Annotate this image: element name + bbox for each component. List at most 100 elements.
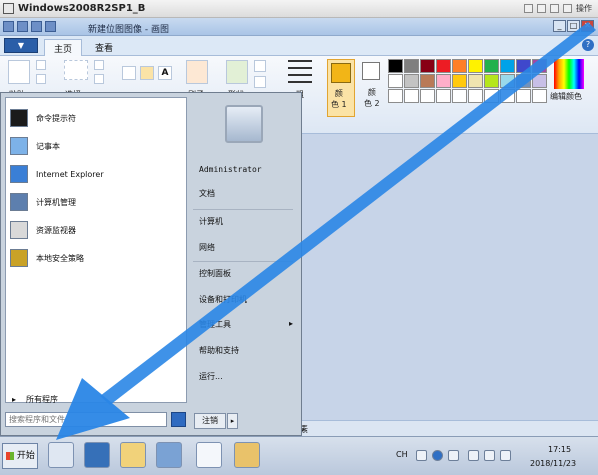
admin-tools-link[interactable]: 管理工具	[199, 319, 231, 330]
search-icon[interactable]	[171, 412, 186, 427]
close-button[interactable]: ✕	[581, 20, 594, 32]
server-manager-icon[interactable]	[48, 442, 74, 468]
palette-color-swatch[interactable]	[436, 89, 451, 103]
palette-color-swatch[interactable]	[452, 59, 467, 73]
documents-link[interactable]: 文档	[199, 188, 215, 199]
explorer-icon[interactable]	[120, 442, 146, 468]
avatar[interactable]	[225, 105, 263, 143]
palette-color-swatch[interactable]	[516, 59, 531, 73]
save-icon[interactable]	[17, 21, 28, 32]
settings-icon[interactable]	[448, 450, 459, 461]
text-tool-icon[interactable]: A	[158, 66, 172, 80]
paint-menu-button[interactable]: ▼	[4, 38, 38, 53]
shapes-icon[interactable]	[226, 60, 248, 84]
palette-color-swatch[interactable]	[404, 59, 419, 73]
palette-color-swatch[interactable]	[500, 74, 515, 88]
crop-icon[interactable]	[94, 60, 104, 70]
vm-tool-icon[interactable]	[550, 4, 559, 13]
palette-color-swatch[interactable]	[468, 89, 483, 103]
palette-color-swatch[interactable]	[420, 59, 435, 73]
brushes-icon[interactable]	[186, 60, 208, 84]
computer-link[interactable]: 计算机	[199, 216, 223, 227]
paste-icon[interactable]	[8, 60, 30, 84]
palette-color-swatch[interactable]	[388, 74, 403, 88]
palette-color-swatch[interactable]	[500, 89, 515, 103]
help-icon[interactable]: ?	[582, 39, 594, 51]
palette-color-swatch[interactable]	[420, 89, 435, 103]
palette-color-swatch[interactable]	[404, 89, 419, 103]
clock-date[interactable]: 2018/11/23	[530, 459, 576, 468]
logoff-button[interactable]: 注销	[194, 413, 226, 429]
palette-color-swatch[interactable]	[516, 89, 531, 103]
user-name[interactable]: Administrator	[199, 165, 262, 174]
palette-color-swatch[interactable]	[388, 89, 403, 103]
clock-time[interactable]: 17:15	[548, 445, 571, 454]
palette-color-swatch[interactable]	[436, 59, 451, 73]
program-item[interactable]: 命令提示符	[10, 106, 184, 130]
shutdown-options-button[interactable]: ▸	[227, 413, 238, 429]
vm-tool-icon[interactable]	[524, 4, 533, 13]
edit-colors-icon[interactable]	[554, 59, 584, 89]
gear-icon[interactable]	[563, 4, 572, 13]
outline-icon[interactable]	[254, 60, 266, 72]
help-icon[interactable]	[432, 450, 443, 461]
maximize-button[interactable]: □	[567, 20, 580, 32]
program-item[interactable]: 资源监视器	[10, 218, 184, 242]
paint-app-icon[interactable]	[3, 21, 14, 32]
paint-taskbar-icon[interactable]	[196, 442, 222, 468]
devices-printers-link[interactable]: 设备和打印机	[199, 294, 247, 305]
copy-icon[interactable]	[36, 74, 46, 84]
pencil-icon[interactable]	[122, 66, 136, 80]
palette-color-swatch[interactable]	[532, 89, 547, 103]
volume-icon[interactable]	[500, 450, 511, 461]
paint-app-taskbar-icon[interactable]	[234, 442, 260, 468]
keyboard-icon[interactable]	[416, 450, 427, 461]
color2-button[interactable]	[362, 62, 380, 80]
redo-icon[interactable]	[45, 21, 56, 32]
flag-icon[interactable]	[468, 450, 479, 461]
palette-color-swatch[interactable]	[532, 74, 547, 88]
help-support-link[interactable]: 帮助和支持	[199, 345, 239, 356]
shape-fill-icon[interactable]	[254, 76, 266, 88]
control-panel-link[interactable]: 控制面板	[199, 268, 231, 279]
edit-colors-label[interactable]: 编辑颜色	[550, 91, 582, 102]
palette-color-swatch[interactable]	[484, 74, 499, 88]
program-item[interactable]: 记事本	[10, 134, 184, 158]
network-icon[interactable]	[484, 450, 495, 461]
cut-icon[interactable]	[36, 60, 46, 70]
minimize-button[interactable]: _	[553, 20, 566, 32]
program-item[interactable]: 本地安全策略	[10, 246, 184, 270]
resize-icon[interactable]	[94, 74, 104, 84]
palette-color-swatch[interactable]	[468, 74, 483, 88]
palette-color-swatch[interactable]	[516, 74, 531, 88]
palette-color-swatch[interactable]	[404, 74, 419, 88]
powershell-icon[interactable]	[84, 442, 110, 468]
run-link[interactable]: 运行...	[199, 371, 223, 382]
palette-color-swatch[interactable]	[468, 59, 483, 73]
select-icon[interactable]	[64, 60, 88, 80]
palette-color-swatch[interactable]	[452, 89, 467, 103]
palette-color-swatch[interactable]	[436, 74, 451, 88]
palette-color-swatch[interactable]	[484, 59, 499, 73]
palette-color-swatch[interactable]	[420, 74, 435, 88]
vm-tool-icon[interactable]	[537, 4, 546, 13]
palette-color-swatch[interactable]	[452, 74, 467, 88]
ime-indicator[interactable]: CH	[396, 450, 408, 459]
palette-color-swatch[interactable]	[500, 59, 515, 73]
tab-home[interactable]: 主页	[44, 39, 83, 56]
tab-view[interactable]: 查看	[86, 39, 122, 56]
palette-color-swatch[interactable]	[484, 89, 499, 103]
start-button[interactable]: 开始	[2, 443, 38, 469]
vm-actions-menu[interactable]: 操作	[576, 3, 592, 14]
network-link[interactable]: 网络	[199, 242, 215, 253]
color1-button[interactable]: 颜 色 1	[327, 59, 355, 117]
search-input[interactable]	[5, 412, 167, 427]
palette-color-swatch[interactable]	[532, 59, 547, 73]
palette-color-swatch[interactable]	[388, 59, 403, 73]
program-item[interactable]: 计算机管理	[10, 190, 184, 214]
remote-desktop-icon[interactable]	[156, 442, 182, 468]
size-icon[interactable]	[288, 60, 312, 84]
program-item[interactable]: Internet Explorer	[10, 162, 184, 186]
fill-icon[interactable]	[140, 66, 154, 80]
undo-icon[interactable]	[31, 21, 42, 32]
